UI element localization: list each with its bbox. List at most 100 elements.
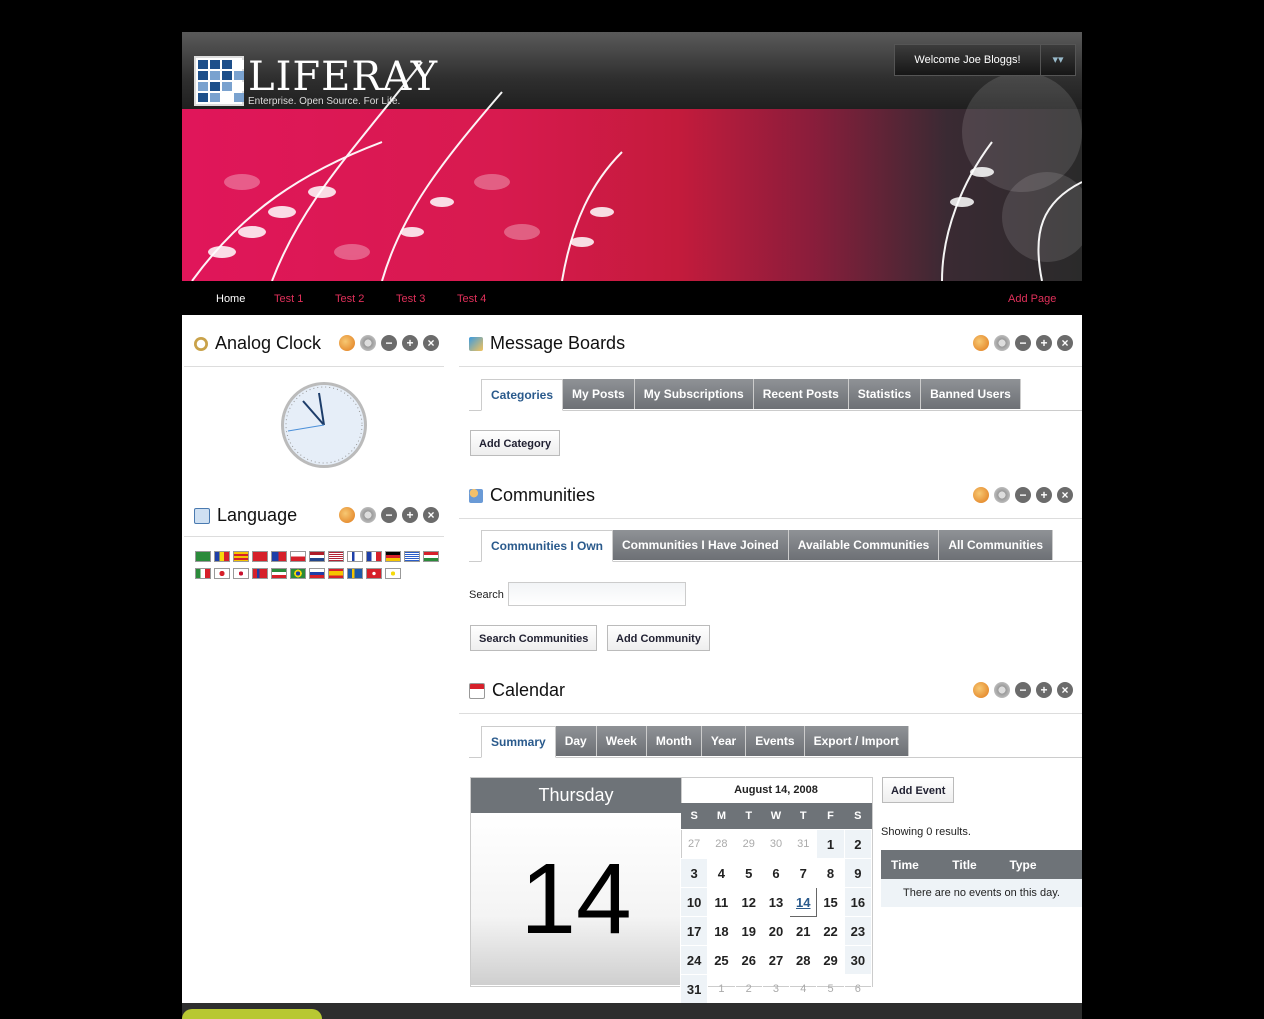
calendar-day[interactable]: 29: [816, 945, 845, 975]
calendar-day[interactable]: 28: [789, 945, 818, 975]
dock-dropdown-icon[interactable]: ▾▾: [1041, 45, 1075, 75]
calendar-day[interactable]: 20: [761, 916, 791, 946]
tab-recent-posts[interactable]: Recent Posts: [753, 379, 849, 409]
calendar-day[interactable]: 30: [761, 829, 791, 859]
add-page-link[interactable]: Add Page: [1008, 293, 1056, 305]
nav-item-test-4[interactable]: Test 4: [457, 293, 486, 305]
calendar-day[interactable]: 30: [843, 945, 873, 975]
close-icon[interactable]: ×: [423, 507, 439, 523]
dock[interactable]: Welcome Joe Bloggs! ▾▾: [894, 44, 1076, 76]
look-and-feel-icon[interactable]: [973, 682, 989, 698]
calendar-day[interactable]: 18: [707, 916, 736, 946]
tab-communities-i-have-joined[interactable]: Communities I Have Joined: [613, 530, 789, 560]
tab-week[interactable]: Week: [596, 726, 647, 756]
flag-cs-icon[interactable]: [290, 551, 306, 562]
configuration-icon[interactable]: [360, 507, 376, 523]
calendar-day[interactable]: 21: [789, 916, 818, 946]
calendar-day[interactable]: 6: [843, 974, 873, 1004]
minimize-icon[interactable]: −: [1015, 682, 1031, 698]
add-community-button[interactable]: Add Community: [607, 625, 710, 651]
minimize-icon[interactable]: −: [1015, 487, 1031, 503]
tab-summary[interactable]: Summary: [481, 726, 556, 758]
maximize-icon[interactable]: +: [402, 507, 418, 523]
flag-hu-icon[interactable]: [423, 551, 439, 562]
calendar-day[interactable]: 6: [761, 858, 791, 888]
tab-export-import[interactable]: Export / Import: [804, 726, 909, 756]
tab-available-communities[interactable]: Available Communities: [788, 530, 940, 560]
close-icon[interactable]: ×: [1057, 487, 1073, 503]
search-communities-button[interactable]: Search Communities: [470, 625, 598, 651]
flag-it-icon[interactable]: [195, 568, 211, 579]
flag-tr-icon[interactable]: [366, 568, 382, 579]
calendar-day[interactable]: 8: [816, 858, 845, 888]
look-and-feel-icon[interactable]: [339, 335, 355, 351]
close-icon[interactable]: ×: [1057, 335, 1073, 351]
close-icon[interactable]: ×: [423, 335, 439, 351]
flag-el-icon[interactable]: [404, 551, 420, 562]
calendar-day[interactable]: 15: [816, 887, 845, 917]
column-time[interactable]: Time: [881, 858, 936, 872]
calendar-day-selected[interactable]: 14: [789, 887, 818, 917]
look-and-feel-icon[interactable]: [339, 507, 355, 523]
calendar-day[interactable]: 3: [679, 858, 709, 888]
maximize-icon[interactable]: +: [1036, 335, 1052, 351]
calendar-day[interactable]: 17: [679, 916, 709, 946]
calendar-day[interactable]: 7: [789, 858, 818, 888]
tab-day[interactable]: Day: [555, 726, 597, 756]
tab-my-posts[interactable]: My Posts: [563, 379, 635, 409]
tab-all-communities[interactable]: All Communities: [939, 530, 1053, 560]
calendar-day[interactable]: 4: [789, 974, 818, 1004]
calendar-day[interactable]: 2: [843, 829, 873, 859]
flag-ru-icon[interactable]: [309, 568, 325, 579]
minimize-icon[interactable]: −: [381, 507, 397, 523]
flag-nl-icon[interactable]: [309, 551, 325, 562]
flag-ja-icon[interactable]: [214, 568, 230, 579]
calendar-day[interactable]: 2: [734, 974, 763, 1004]
nav-item-home[interactable]: Home: [216, 293, 245, 305]
calendar-day[interactable]: 11: [707, 887, 736, 917]
nav-item-test-2[interactable]: Test 2: [335, 293, 364, 305]
calendar-day[interactable]: 16: [843, 887, 873, 917]
flag-vi-icon[interactable]: [385, 568, 401, 579]
calendar-day[interactable]: 13: [761, 887, 791, 917]
look-and-feel-icon[interactable]: [973, 335, 989, 351]
calendar-day[interactable]: 3: [761, 974, 791, 1004]
flag-sv-icon[interactable]: [347, 568, 363, 579]
calendar-day[interactable]: 22: [816, 916, 845, 946]
configuration-icon[interactable]: [994, 335, 1010, 351]
tab-my-subscriptions[interactable]: My Subscriptions: [634, 379, 754, 409]
look-and-feel-icon[interactable]: [973, 487, 989, 503]
minimize-icon[interactable]: −: [1015, 335, 1031, 351]
calendar-day[interactable]: 27: [761, 945, 791, 975]
tab-communities-i-own[interactable]: Communities I Own: [481, 530, 614, 562]
calendar-day[interactable]: 19: [734, 916, 763, 946]
calendar-day[interactable]: 9: [843, 858, 873, 888]
add-category-button[interactable]: Add Category: [470, 430, 561, 456]
calendar-day[interactable]: 10: [679, 887, 709, 917]
maximize-icon[interactable]: +: [1036, 487, 1052, 503]
tab-events[interactable]: Events: [746, 726, 805, 756]
flag-ar-icon[interactable]: [195, 551, 211, 562]
calendar-day[interactable]: 12: [734, 887, 763, 917]
nav-item-test-1[interactable]: Test 1: [274, 293, 303, 305]
calendar-day[interactable]: 1: [707, 974, 736, 1004]
calendar-day[interactable]: 5: [816, 974, 845, 1004]
tab-year[interactable]: Year: [701, 726, 747, 756]
close-icon[interactable]: ×: [1057, 682, 1073, 698]
calendar-day[interactable]: 27: [679, 829, 709, 859]
calendar-day[interactable]: 5: [734, 858, 763, 888]
calendar-day[interactable]: 1: [816, 829, 845, 859]
calendar-day[interactable]: 31: [789, 829, 818, 859]
tab-categories[interactable]: Categories: [481, 379, 564, 411]
flag-en-us-icon[interactable]: [328, 551, 344, 562]
liferay-logo[interactable]: LIFERAY Enterprise. Open Source. For Lif…: [194, 56, 438, 107]
welcome-label[interactable]: Welcome Joe Bloggs!: [895, 45, 1041, 75]
calendar-day[interactable]: 25: [707, 945, 736, 975]
calendar-day[interactable]: 28: [707, 829, 736, 859]
flag-zh-tw-icon[interactable]: [271, 551, 287, 562]
flag-ca-es-icon[interactable]: [233, 551, 249, 562]
tab-month[interactable]: Month: [646, 726, 702, 756]
tab-statistics[interactable]: Statistics: [848, 379, 922, 409]
maximize-icon[interactable]: +: [1036, 682, 1052, 698]
calendar-day[interactable]: 24: [679, 945, 709, 975]
